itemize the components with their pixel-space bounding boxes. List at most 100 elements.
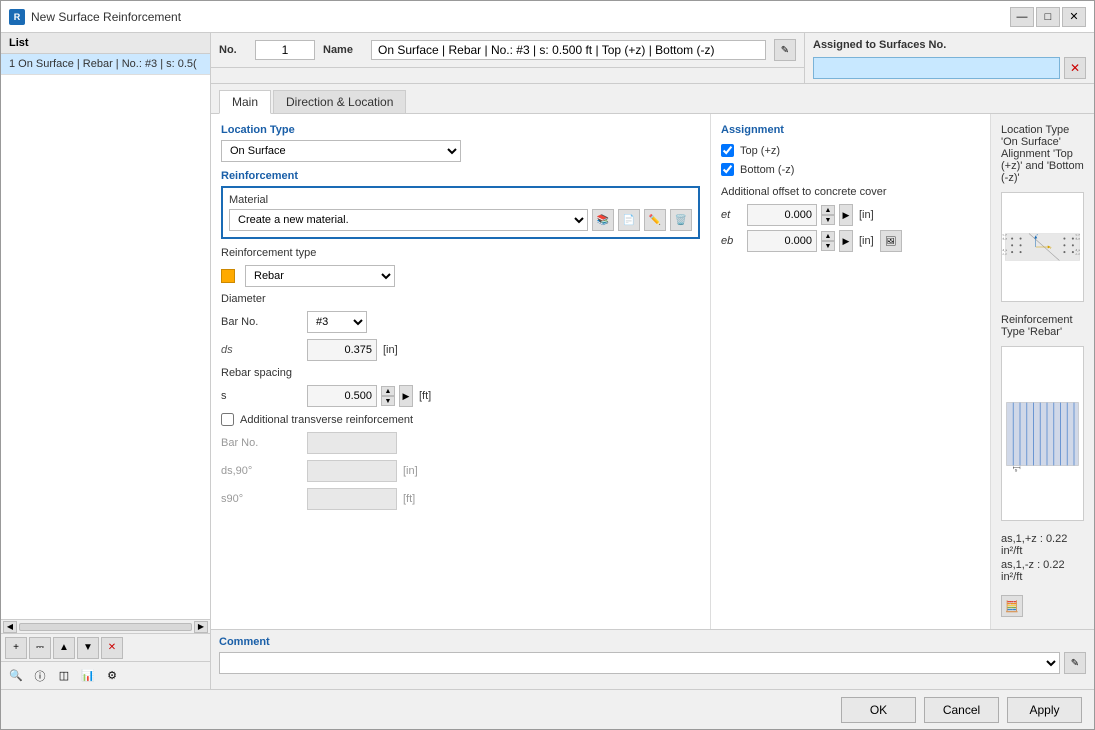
move-up-button[interactable]: ▲ bbox=[53, 637, 75, 659]
spacing-up-button[interactable]: ▲ bbox=[381, 386, 395, 396]
apply-button[interactable]: Apply bbox=[1007, 697, 1082, 723]
close-button[interactable]: ✕ bbox=[1062, 7, 1086, 27]
bar-no2-label: Bar No. bbox=[221, 437, 301, 449]
eb-up-button[interactable]: ▲ bbox=[821, 231, 835, 241]
material-edit-button[interactable]: ✏️ bbox=[644, 209, 666, 231]
bottom-toolbar: 🔍 ⓘ ◫ 📊 ⚙ bbox=[1, 661, 210, 689]
settings-button[interactable]: ⚙ bbox=[101, 665, 123, 687]
s90-label: s90° bbox=[221, 493, 301, 505]
eb-down-button[interactable]: ▼ bbox=[821, 241, 835, 251]
transverse-checkbox[interactable] bbox=[221, 413, 234, 426]
diameter-label: Diameter bbox=[221, 293, 301, 305]
info-button[interactable]: ⓘ bbox=[29, 665, 51, 687]
s-label: s bbox=[221, 390, 301, 402]
calc-icon-button[interactable]: 🧮 bbox=[1001, 595, 1023, 617]
et-row: et ▲ ▼ ▶ [in] bbox=[721, 204, 980, 226]
search-button[interactable]: 🔍 bbox=[5, 665, 27, 687]
bar-no2-input bbox=[307, 432, 397, 454]
table-button[interactable]: ◫ bbox=[53, 665, 75, 687]
chart-button[interactable]: 📊 bbox=[77, 665, 99, 687]
ds90-row: ds,90° [in] bbox=[221, 460, 700, 482]
material-book-button[interactable]: 📚 bbox=[592, 209, 614, 231]
spacing-spinner: ▲ ▼ ▶ bbox=[307, 385, 413, 407]
scroll-left-arrow[interactable]: ◀ bbox=[3, 621, 17, 633]
bar-no2-row: Bar No. bbox=[221, 432, 700, 454]
bottom-checkbox[interactable] bbox=[721, 163, 734, 176]
ds90-unit: [in] bbox=[403, 465, 418, 477]
eb-input[interactable] bbox=[747, 230, 817, 252]
et-label: et bbox=[721, 209, 741, 221]
no-label: No. bbox=[219, 44, 247, 56]
assignment-panel: Assignment Top (+z) Bottom (-z) Addition… bbox=[711, 114, 991, 629]
duplicate-item-button[interactable]: ⎓ bbox=[29, 637, 51, 659]
title-bar-left: R New Surface Reinforcement bbox=[9, 9, 181, 25]
location-type-desc-line2: Alignment 'Top (+z)' and 'Bottom (-z)' bbox=[1001, 148, 1084, 184]
scroll-right-arrow[interactable]: ▶ bbox=[194, 621, 208, 633]
rebar-type-select[interactable]: Rebar bbox=[245, 265, 395, 287]
et-up-button[interactable]: ▲ bbox=[821, 205, 835, 215]
comment-edit-button[interactable]: ✎ bbox=[1064, 652, 1086, 674]
assignment-title: Assignment bbox=[721, 124, 980, 136]
main-content: List 1 On Surface | Rebar | No.: #3 | s:… bbox=[1, 33, 1094, 689]
material-delete-button[interactable]: 🗑️ bbox=[670, 209, 692, 231]
add-item-button[interactable]: + bbox=[5, 637, 27, 659]
et-down-button[interactable]: ▼ bbox=[821, 215, 835, 225]
material-select[interactable]: Create a new material. bbox=[229, 209, 588, 231]
offset-section: Additional offset to concrete cover et ▲… bbox=[721, 186, 980, 252]
location-diagram: y z c₋z d_s c₊z d_s d_s c₊z d_s c₋z bbox=[1001, 192, 1084, 302]
spacing-label-row: Rebar spacing bbox=[221, 367, 700, 379]
assigned-input[interactable] bbox=[813, 57, 1060, 79]
no-input[interactable] bbox=[255, 40, 315, 60]
minimize-button[interactable]: — bbox=[1010, 7, 1034, 27]
dialog-footer: OK Cancel Apply bbox=[1, 689, 1094, 729]
tab-main[interactable]: Main bbox=[219, 90, 271, 114]
comment-select[interactable] bbox=[219, 652, 1060, 674]
move-down-button[interactable]: ▼ bbox=[77, 637, 99, 659]
calc-results: as,1,+z : 0.22 in²/ft as,1,-z : 0.22 in²… bbox=[1001, 533, 1084, 583]
spacing-spinner-btns: ▲ ▼ bbox=[381, 386, 395, 406]
rebar-type-label: Reinforcement type bbox=[221, 247, 316, 259]
top-checkbox[interactable] bbox=[721, 144, 734, 157]
comment-section: Comment ✎ bbox=[211, 629, 1094, 689]
form-panel: Location Type On Surface Reinforcement M… bbox=[211, 114, 711, 629]
spacing-input[interactable] bbox=[307, 385, 377, 407]
assigned-clear-button[interactable]: ✕ bbox=[1064, 57, 1086, 79]
ds-row: ds [in] bbox=[221, 339, 700, 361]
rebar-diagram: S bbox=[1001, 346, 1084, 521]
spacing-down-button[interactable]: ▼ bbox=[381, 396, 395, 406]
list-scrollbar: ◀ ▶ bbox=[1, 619, 210, 633]
location-type-select[interactable]: On Surface bbox=[221, 140, 461, 162]
eb-image-button[interactable]: 🖼 bbox=[880, 230, 902, 252]
s90-row: s90° [ft] bbox=[221, 488, 700, 510]
cancel-button[interactable]: Cancel bbox=[924, 697, 999, 723]
ds-input[interactable] bbox=[307, 339, 377, 361]
material-input-row: Create a new material. 📚 📄 ✏️ 🗑️ bbox=[229, 209, 692, 231]
et-input[interactable] bbox=[747, 204, 817, 226]
scroll-track[interactable] bbox=[19, 623, 192, 631]
diameter-label-row: Diameter bbox=[221, 293, 700, 305]
name-edit-button[interactable]: ✎ bbox=[774, 39, 796, 61]
ok-button[interactable]: OK bbox=[841, 697, 916, 723]
location-type-row: On Surface bbox=[221, 140, 700, 162]
calc-result-1: as,1,+z : 0.22 in²/ft bbox=[1001, 533, 1084, 557]
tab-direction-location[interactable]: Direction & Location bbox=[273, 90, 406, 113]
location-diagram-svg: y z c₋z d_s c₊z d_s d_s c₊z d_s c₋z bbox=[1002, 197, 1083, 297]
et-arrow-button[interactable]: ▶ bbox=[839, 204, 853, 226]
list-item[interactable]: 1 On Surface | Rebar | No.: #3 | s: 0.5( bbox=[1, 54, 210, 75]
delete-item-button[interactable]: ✕ bbox=[101, 637, 123, 659]
spacing-row: s ▲ ▼ ▶ [ft] bbox=[221, 385, 700, 407]
svg-text:c₋z: c₋z bbox=[1076, 253, 1081, 256]
calc-icon-row: 🧮 bbox=[1001, 595, 1084, 617]
no-name-row: No. Name ✎ bbox=[211, 33, 804, 68]
eb-spinner-btns: ▲ ▼ bbox=[821, 231, 835, 251]
spacing-arrow-button[interactable]: ▶ bbox=[399, 385, 413, 407]
name-label: Name bbox=[323, 44, 363, 56]
bar-no-select[interactable]: #3#4#5 bbox=[307, 311, 367, 333]
spacing-unit: [ft] bbox=[419, 390, 431, 402]
eb-row: eb ▲ ▼ ▶ [in] 🖼 bbox=[721, 230, 980, 252]
material-new-button[interactable]: 📄 bbox=[618, 209, 640, 231]
restore-button[interactable]: □ bbox=[1036, 7, 1060, 27]
name-input[interactable] bbox=[371, 40, 766, 60]
assigned-input-row: ✕ bbox=[805, 57, 1094, 83]
eb-arrow-button[interactable]: ▶ bbox=[839, 230, 853, 252]
